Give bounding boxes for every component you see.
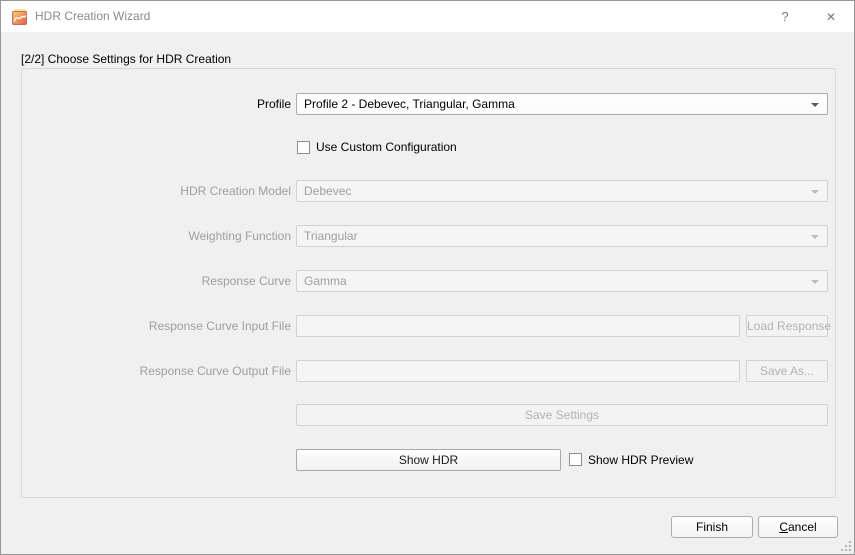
- chevron-down-icon: [811, 235, 819, 239]
- app-icon: [12, 9, 28, 25]
- hdr-creation-model-label: HDR Creation Model: [21, 180, 291, 202]
- response-curve-label: Response Curve: [21, 270, 291, 292]
- weighting-function-value: Triangular: [304, 229, 358, 243]
- titlebar-buttons: ? ✕: [762, 1, 854, 32]
- weighting-function-dropdown: Triangular: [296, 225, 828, 247]
- load-response-button: Load Response: [746, 315, 828, 337]
- use-custom-configuration-checkbox[interactable]: [297, 141, 310, 154]
- profile-dropdown-value: Profile 2 - Debevec, Triangular, Gamma: [304, 97, 515, 111]
- close-icon[interactable]: ✕: [808, 1, 854, 32]
- chevron-down-icon: [811, 103, 819, 107]
- response-curve-input-file-field: [296, 315, 740, 337]
- chevron-down-icon: [811, 280, 819, 284]
- cancel-button-label-rest: ancel: [788, 520, 817, 534]
- hdr-creation-wizard-window: HDR Creation Wizard ? ✕ [2/2] Choose Set…: [0, 0, 855, 555]
- save-as-button: Save As...: [746, 360, 828, 382]
- help-button[interactable]: ?: [762, 1, 808, 32]
- cancel-button[interactable]: Cancel: [758, 516, 838, 538]
- profile-label: Profile: [21, 93, 291, 115]
- response-curve-output-file-label: Response Curve Output File: [21, 360, 291, 382]
- response-curve-dropdown: Gamma: [296, 270, 828, 292]
- show-hdr-button[interactable]: Show HDR: [296, 449, 561, 471]
- chevron-down-icon: [811, 190, 819, 194]
- show-hdr-preview-label[interactable]: Show HDR Preview: [588, 449, 693, 471]
- response-curve-output-file-field: [296, 360, 740, 382]
- weighting-function-label: Weighting Function: [21, 225, 291, 247]
- cancel-button-mnemonic: C: [779, 520, 788, 534]
- finish-button[interactable]: Finish: [671, 516, 753, 538]
- wizard-step-label: [2/2] Choose Settings for HDR Creation: [21, 52, 231, 66]
- title-bar: HDR Creation Wizard ? ✕: [1, 1, 854, 32]
- profile-dropdown[interactable]: Profile 2 - Debevec, Triangular, Gamma: [296, 93, 828, 115]
- use-custom-configuration-label[interactable]: Use Custom Configuration: [316, 136, 457, 158]
- window-title: HDR Creation Wizard: [35, 1, 150, 32]
- hdr-creation-model-dropdown: Debevec: [296, 180, 828, 202]
- save-settings-button: Save Settings: [296, 404, 828, 426]
- resize-grip[interactable]: [841, 541, 851, 551]
- hdr-creation-model-value: Debevec: [304, 184, 351, 198]
- show-hdr-preview-checkbox[interactable]: [569, 453, 582, 466]
- response-curve-value: Gamma: [304, 274, 347, 288]
- response-curve-input-file-label: Response Curve Input File: [21, 315, 291, 337]
